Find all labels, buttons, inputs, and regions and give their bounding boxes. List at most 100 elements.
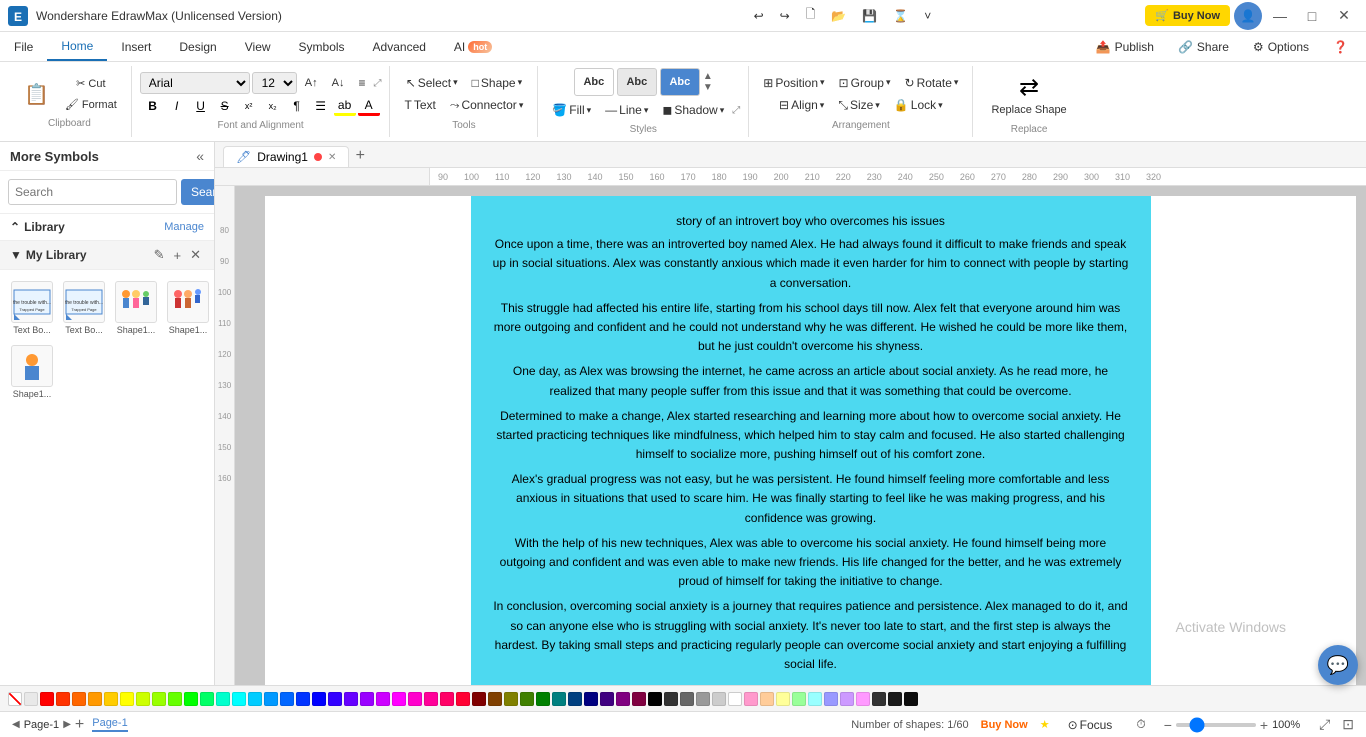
color-swatch[interactable] (568, 692, 582, 706)
color-swatch[interactable] (792, 692, 806, 706)
color-swatch[interactable] (776, 692, 790, 706)
search-input[interactable] (8, 179, 177, 205)
history-btn[interactable]: ⌛ (887, 6, 914, 26)
line-btn[interactable]: — Line ▾ (599, 100, 654, 120)
menu-file[interactable]: File (0, 32, 47, 61)
manage-link[interactable]: Manage (164, 221, 204, 233)
color-swatch[interactable] (760, 692, 774, 706)
avatar[interactable]: 👤 (1234, 2, 1262, 30)
color-swatch[interactable] (472, 692, 486, 706)
color-swatch[interactable] (408, 692, 422, 706)
font-expand-btn[interactable]: ⤢ (373, 78, 381, 89)
color-swatch[interactable] (904, 692, 918, 706)
font-shrink-btn[interactable]: A↓ (326, 74, 351, 92)
style-swatch-2[interactable]: Abc (617, 68, 657, 96)
color-swatch[interactable] (40, 692, 54, 706)
color-swatch[interactable] (456, 692, 470, 706)
color-swatch[interactable] (184, 692, 198, 706)
list-item[interactable]: Shape1... (8, 342, 56, 402)
zoom-slider[interactable] (1176, 723, 1256, 727)
color-swatch[interactable] (584, 692, 598, 706)
buy-now-button[interactable]: 🛒 Buy Now (1145, 5, 1230, 26)
color-swatch[interactable] (536, 692, 550, 706)
shadow-btn[interactable]: ◼ Shadow ▾ (656, 100, 730, 120)
color-swatch[interactable] (888, 692, 902, 706)
color-swatch[interactable] (712, 692, 726, 706)
highlight-btn[interactable]: ab (334, 96, 356, 116)
style-swatch-3[interactable]: Abc (660, 68, 700, 96)
color-swatch[interactable] (840, 692, 854, 706)
menu-view[interactable]: View (231, 32, 285, 61)
paragraph-btn[interactable]: ¶ (286, 96, 308, 116)
group-btn[interactable]: ⊡ Group ▾ (833, 73, 897, 93)
list-item[interactable]: the trouble with... Trapped Page Text Bo… (60, 278, 108, 338)
font-color-btn[interactable]: A (358, 96, 380, 116)
color-swatch[interactable] (616, 692, 630, 706)
color-swatch[interactable] (264, 692, 278, 706)
buy-now-status-btn[interactable]: Buy Now (981, 719, 1028, 731)
chatbot-btn[interactable]: 💬 (1318, 645, 1358, 685)
color-swatch[interactable] (136, 692, 150, 706)
page-tab-label[interactable]: Page-1 (92, 717, 127, 732)
color-swatch[interactable] (488, 692, 502, 706)
new-btn[interactable]: 🗋 (800, 2, 822, 29)
shape-btn[interactable]: □ Shape ▾ (466, 73, 528, 93)
color-swatch[interactable] (72, 692, 86, 706)
color-swatch[interactable] (424, 692, 438, 706)
color-swatch[interactable] (296, 692, 310, 706)
color-swatch[interactable] (24, 692, 38, 706)
italic-btn[interactable]: I (166, 96, 188, 116)
color-swatch[interactable] (808, 692, 822, 706)
color-swatch[interactable] (200, 692, 214, 706)
color-swatch[interactable] (504, 692, 518, 706)
styles-expand-corner-btn[interactable]: ⤢ (732, 105, 740, 116)
menu-ai[interactable]: AI hot (440, 32, 506, 61)
align-btn[interactable]: ⊟ Align ▾ (773, 95, 830, 115)
maximize-btn[interactable]: □ (1298, 2, 1326, 30)
zoom-out-btn[interactable]: − (1164, 717, 1172, 733)
color-swatch[interactable] (520, 692, 534, 706)
menu-symbols[interactable]: Symbols (285, 32, 359, 61)
color-swatch[interactable] (696, 692, 710, 706)
help-btn[interactable]: ❓ (1323, 36, 1358, 58)
publish-btn[interactable]: 📤 Publish (1086, 36, 1164, 58)
clock-btn[interactable]: ⏱ (1130, 714, 1151, 735)
color-swatch[interactable] (56, 692, 70, 706)
font-grow-btn[interactable]: A↑ (299, 74, 324, 92)
color-swatch[interactable] (648, 692, 662, 706)
color-swatch[interactable] (600, 692, 614, 706)
my-library-edit-btn[interactable]: ✎ (151, 246, 168, 264)
color-swatch[interactable] (440, 692, 454, 706)
my-library-toggle[interactable]: ▼ My Library (10, 248, 87, 262)
color-swatch[interactable] (552, 692, 566, 706)
color-swatch[interactable] (376, 692, 390, 706)
font-name-select[interactable]: Arial Times New Roman Calibri (140, 72, 250, 94)
color-swatch[interactable] (168, 692, 182, 706)
lock-btn[interactable]: 🔒 Lock ▾ (888, 95, 949, 115)
add-tab-btn[interactable]: + (349, 145, 371, 167)
color-swatch[interactable] (744, 692, 758, 706)
color-swatch[interactable] (344, 692, 358, 706)
redo-btn[interactable]: ↪ (774, 6, 796, 26)
color-swatch[interactable] (152, 692, 166, 706)
superscript-btn[interactable]: x² (238, 96, 260, 116)
color-swatch[interactable] (360, 692, 374, 706)
bold-btn[interactable]: B (142, 96, 164, 116)
prev-page-btn[interactable]: ◀ (12, 719, 20, 730)
list-item[interactable]: Shape1... (112, 278, 160, 338)
color-swatch[interactable] (872, 692, 886, 706)
color-swatch[interactable] (248, 692, 262, 706)
color-swatch[interactable] (664, 692, 678, 706)
color-swatch[interactable] (632, 692, 646, 706)
underline-btn[interactable]: U (190, 96, 212, 116)
menu-home[interactable]: Home (47, 32, 107, 61)
color-swatch[interactable] (104, 692, 118, 706)
menu-design[interactable]: Design (165, 32, 230, 61)
color-swatch[interactable] (824, 692, 838, 706)
font-align-btn[interactable]: ≡ (352, 73, 371, 93)
next-page-btn[interactable]: ▶ (63, 719, 71, 730)
undo-btn[interactable]: ↩ (748, 6, 770, 26)
color-swatch[interactable] (120, 692, 134, 706)
cut-btn[interactable]: ✂ Cut (59, 74, 123, 93)
minimize-btn[interactable]: — (1266, 2, 1294, 30)
